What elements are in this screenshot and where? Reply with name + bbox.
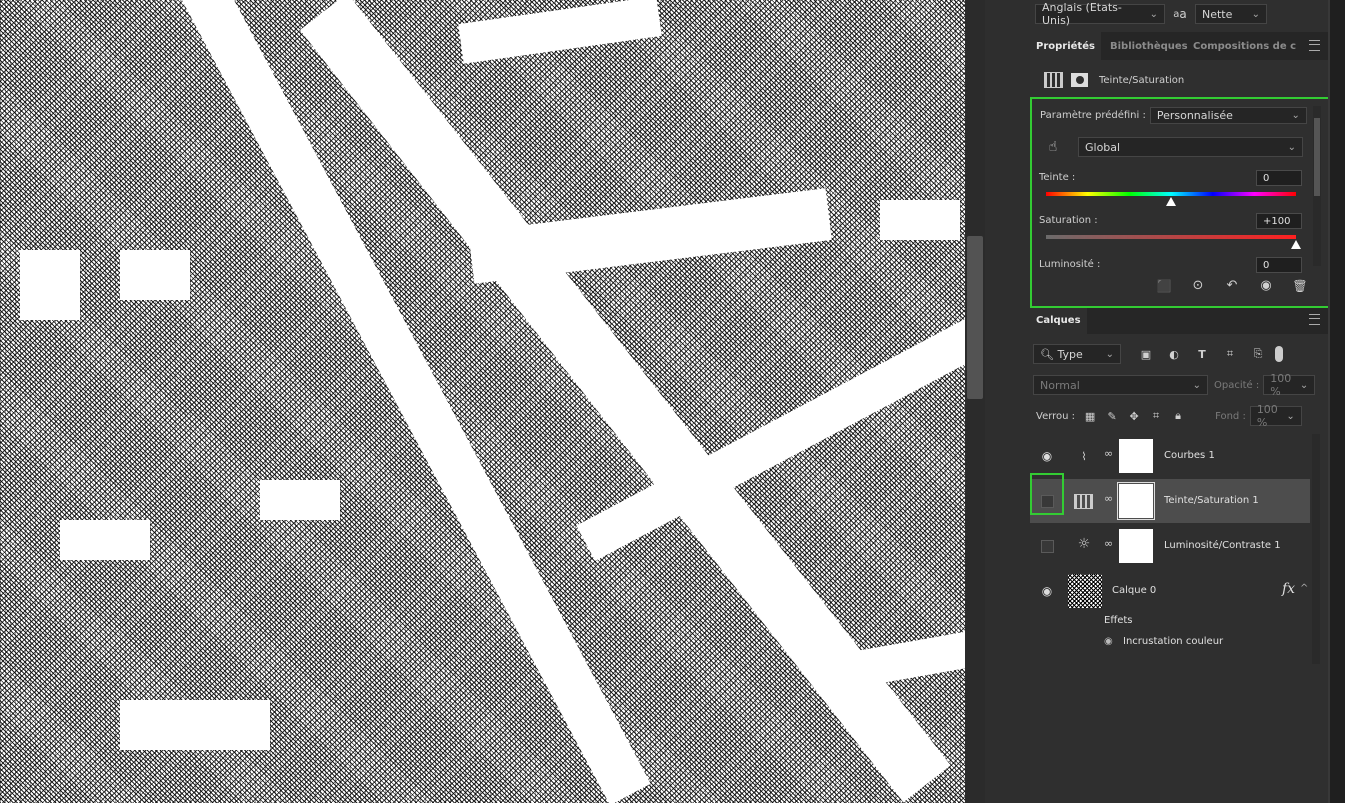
properties-tabs: Propriétés Bibliothèques Compositions de… [1030,32,1328,60]
link-chain-icon: ∞ [1104,492,1114,505]
layer-filter-row: 🔍︎ Type ⌄ ▣ ◐ T ⌗ ⎘ [1033,344,1283,364]
layer-mask-thumbnail[interactable] [1119,529,1153,563]
language-dropdown[interactable]: Anglais (Etats-Unis) ⌄ [1035,1,1165,27]
filter-smart-object-icon[interactable]: ⎘ [1247,347,1269,361]
canvas-road [260,480,340,520]
filter-type-icon[interactable]: T [1191,348,1213,361]
layers-scrollbar[interactable] [1312,434,1320,664]
canvas-road [20,250,80,320]
scrollbar-thumb[interactable] [967,236,983,399]
blend-mode-value: Normal [1040,378,1080,392]
effect-item[interactable]: Incrustation couleur [1123,636,1223,647]
tab-layers[interactable]: Calques [1030,306,1087,334]
lock-row: Verrou : ▦ ✎ ✥ ⌗ 🔒︎ Fond : 100 % ⌄ [1036,403,1302,429]
effect-eye-icon[interactable]: ◉ [1104,636,1113,647]
layer-row-teinte-saturation[interactable]: ∞ Teinte/Saturation 1 [1030,479,1310,523]
aa-main: a [1179,7,1187,21]
filter-toggle-switch[interactable] [1275,346,1283,362]
edge-strip [1328,0,1330,803]
layers-list: ◉ ⌇ ∞ Courbes 1 ∞ Teinte/Saturation 1 ☼ … [1030,434,1312,664]
layer-name[interactable]: Teinte/Saturation 1 [1164,495,1259,506]
filter-shape-icon[interactable]: ⌗ [1219,347,1241,361]
blend-mode-dropdown[interactable]: Normal ⌄ [1033,375,1208,395]
right-panel: Anglais (Etats-Unis) ⌄ aa Nette ⌄ Propriét… [1030,0,1335,803]
layer-row-luminosite-contraste[interactable]: ☼ ∞ Luminosité/Contraste 1 [1030,524,1310,568]
hue-saturation-icon[interactable] [1044,72,1063,88]
effects-label: Effets [1104,615,1133,626]
layers-tabs: Calques [1030,306,1328,334]
search-icon: 🔍︎ [1040,347,1054,361]
layer-row-calque-0[interactable]: ◉ Calque 0 fx ^ Effets ◉ Incrustation co… [1030,569,1310,657]
eye-visibility-icon[interactable]: ◉ [1039,583,1055,599]
tab-properties[interactable]: Propriétés [1030,32,1101,60]
layer-image-thumbnail[interactable] [1068,574,1102,608]
chevron-down-icon: ⌄ [1251,8,1260,20]
sharpness-dropdown[interactable]: Nette ⌄ [1195,4,1267,24]
chevron-down-icon: ⌄ [1149,8,1158,20]
opacity-value: 100 % [1270,372,1292,398]
fill-value: 100 % [1256,403,1278,429]
lock-paint-icon[interactable]: ✎ [1103,410,1121,423]
opacity-field[interactable]: 100 % ⌄ [1263,372,1316,398]
layer-mask-thumbnail[interactable] [1117,482,1155,520]
panel-menu-icon[interactable] [1309,40,1320,51]
link-chain-icon: ∞ [1104,537,1114,550]
eye-visibility-off-icon[interactable] [1041,540,1054,553]
mask-icon[interactable] [1071,73,1088,87]
lock-artboard-icon[interactable]: ⌗ [1147,409,1165,423]
canvas-road [120,250,190,300]
tab-compositions[interactable]: Compositions de c [1193,32,1296,60]
adjustment-title: Teinte/Saturation [1099,74,1185,86]
collapse-effects-icon[interactable]: ^ [1300,583,1308,594]
filter-type-dropdown[interactable]: 🔍︎ Type ⌄ [1033,344,1121,364]
chevron-down-icon: ⌄ [1192,379,1201,391]
link-chain-icon: ∞ [1104,447,1114,460]
layer-name[interactable]: Calque 0 [1112,585,1156,596]
curves-icon: ⌇ [1081,449,1087,463]
eye-visibility-icon[interactable]: ◉ [1039,448,1055,464]
chevron-down-icon: ⌄ [1286,410,1295,422]
right-edge [1328,0,1345,803]
tab-libraries[interactable]: Bibliothèques [1110,32,1188,60]
lock-transparency-icon[interactable]: ▦ [1081,410,1099,423]
sharpness-value: Nette [1202,7,1233,21]
brightness-contrast-icon: ☼ [1077,536,1091,552]
layer-mask-thumbnail[interactable] [1119,439,1153,473]
layer-name[interactable]: Luminosité/Contraste 1 [1164,540,1281,551]
anti-alias-icon: aa [1165,7,1195,21]
filter-pixel-icon[interactable]: ▣ [1135,348,1157,361]
panel-gap [985,0,1030,803]
canvas-road [60,520,150,560]
lock-all-icon[interactable]: 🔒︎ [1169,409,1187,423]
opacity-label: Opacité : [1214,379,1260,391]
visibility-highlight-box [1030,473,1064,515]
filter-type-value: Type [1057,347,1083,361]
chevron-down-icon: ⌄ [1105,348,1114,360]
properties-highlight-box [1030,97,1335,308]
lock-position-icon[interactable]: ✥ [1125,410,1143,423]
fx-icon[interactable]: fx [1282,581,1295,597]
language-value: Anglais (Etats-Unis) [1042,1,1122,27]
layer-row-courbes[interactable]: ◉ ⌇ ∞ Courbes 1 [1030,434,1310,478]
canvas-road [458,0,662,64]
fill-field[interactable]: 100 % ⌄ [1249,403,1302,429]
adjustment-header: Teinte/Saturation [1044,72,1184,88]
fill-label: Fond : [1215,410,1246,422]
canvas-road [468,188,832,284]
hue-saturation-icon [1074,494,1093,509]
canvas-road [120,700,270,750]
canvas-road [880,200,960,240]
layers-menu-icon[interactable] [1309,314,1320,325]
canvas-scrollbar[interactable] [965,0,985,803]
lock-label: Verrou : [1036,410,1076,422]
character-options-bar: Anglais (Etats-Unis) ⌄ aa Nette ⌄ [1035,1,1267,27]
layer-name[interactable]: Courbes 1 [1164,450,1215,461]
blend-row: Normal ⌄ Opacité : 100 % ⌄ [1033,372,1316,398]
filter-adjustment-icon[interactable]: ◐ [1163,348,1185,361]
chevron-down-icon: ⌄ [1299,379,1309,391]
document-canvas[interactable] [0,0,965,803]
